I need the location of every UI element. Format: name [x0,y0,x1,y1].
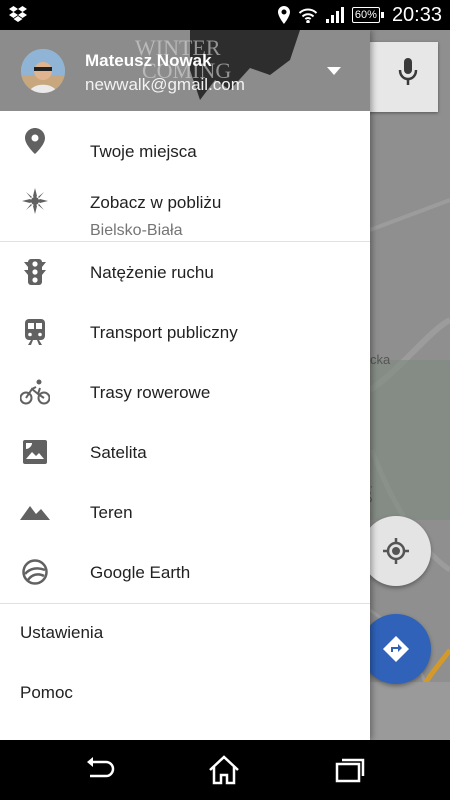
menu-item-bicycling[interactable]: Trasy rowerowe [0,362,370,422]
map-street-label: cka [370,352,391,367]
navigation-drawer: WINTER COMING Mateusz Nowak newwalk@gmai… [0,30,370,740]
terrain-icon [20,497,50,527]
avatar[interactable] [21,49,65,93]
wifi-icon [298,8,318,23]
crosshair-icon [383,538,409,564]
menu-item-label: Ustawienia [20,623,104,642]
menu-item-terrain[interactable]: Teren [0,482,370,542]
menu-item-label: Trasy rowerowe [90,383,211,402]
status-time: 20:33 [391,3,442,26]
current-location-label: Bielsko-Biała [90,222,183,239]
menu-item-settings[interactable]: Ustawienia [0,604,370,664]
satellite-image-icon [20,437,50,467]
explore-icon [20,186,50,216]
system-navigation-bar [0,740,450,800]
menu-item-label: Natężenie ruchu [90,263,214,282]
back-icon[interactable] [84,755,116,785]
menu-item-traffic[interactable]: Natężenie ruchu [0,242,370,302]
location-pin-icon [20,126,50,156]
home-icon[interactable] [208,755,240,785]
menu-item-explore-nearby[interactable]: Zobacz w pobliżu Bielsko-Biała [0,171,370,241]
menu-item-label: Pomoc [20,683,73,702]
menu-item-label: Zobacz w pobliżu [90,193,222,212]
signal-icon [325,7,344,23]
traffic-light-icon [20,257,50,287]
menu-item-your-places[interactable]: Twoje miejsca [0,111,370,171]
my-location-button[interactable] [361,516,431,586]
user-name: Mateusz Nowak [85,51,212,70]
status-bar: 60% 20:33 [0,0,450,30]
google-earth-icon [20,557,50,587]
menu-item-satellite[interactable]: Satelita [0,422,370,482]
menu-item-label: Teren [90,503,133,522]
menu-item-transit[interactable]: Transport publiczny [0,302,370,362]
menu-item-label: Satelita [90,443,147,462]
menu-item-label: Twoje miejsca [90,142,197,161]
menu-item-label: Google Earth [90,563,191,582]
recent-apps-icon[interactable] [334,755,366,785]
dropbox-icon [9,6,27,22]
bicycle-icon [20,377,50,407]
account-header[interactable]: WINTER COMING Mateusz Nowak newwalk@gmai… [0,30,370,111]
chevron-down-icon[interactable] [326,66,342,76]
user-email: newwalk@gmail.com [85,75,245,94]
train-icon [20,317,50,347]
directions-icon [383,636,409,662]
microphone-icon[interactable] [398,58,418,86]
location-status-icon [277,6,290,24]
directions-button[interactable] [361,614,431,684]
battery-level: 60% [351,7,380,23]
battery-indicator: 60% [351,7,384,23]
menu-item-label: Transport publiczny [90,323,238,342]
menu-item-help[interactable]: Pomoc [0,664,370,724]
menu-item-google-earth[interactable]: Google Earth [0,542,370,602]
